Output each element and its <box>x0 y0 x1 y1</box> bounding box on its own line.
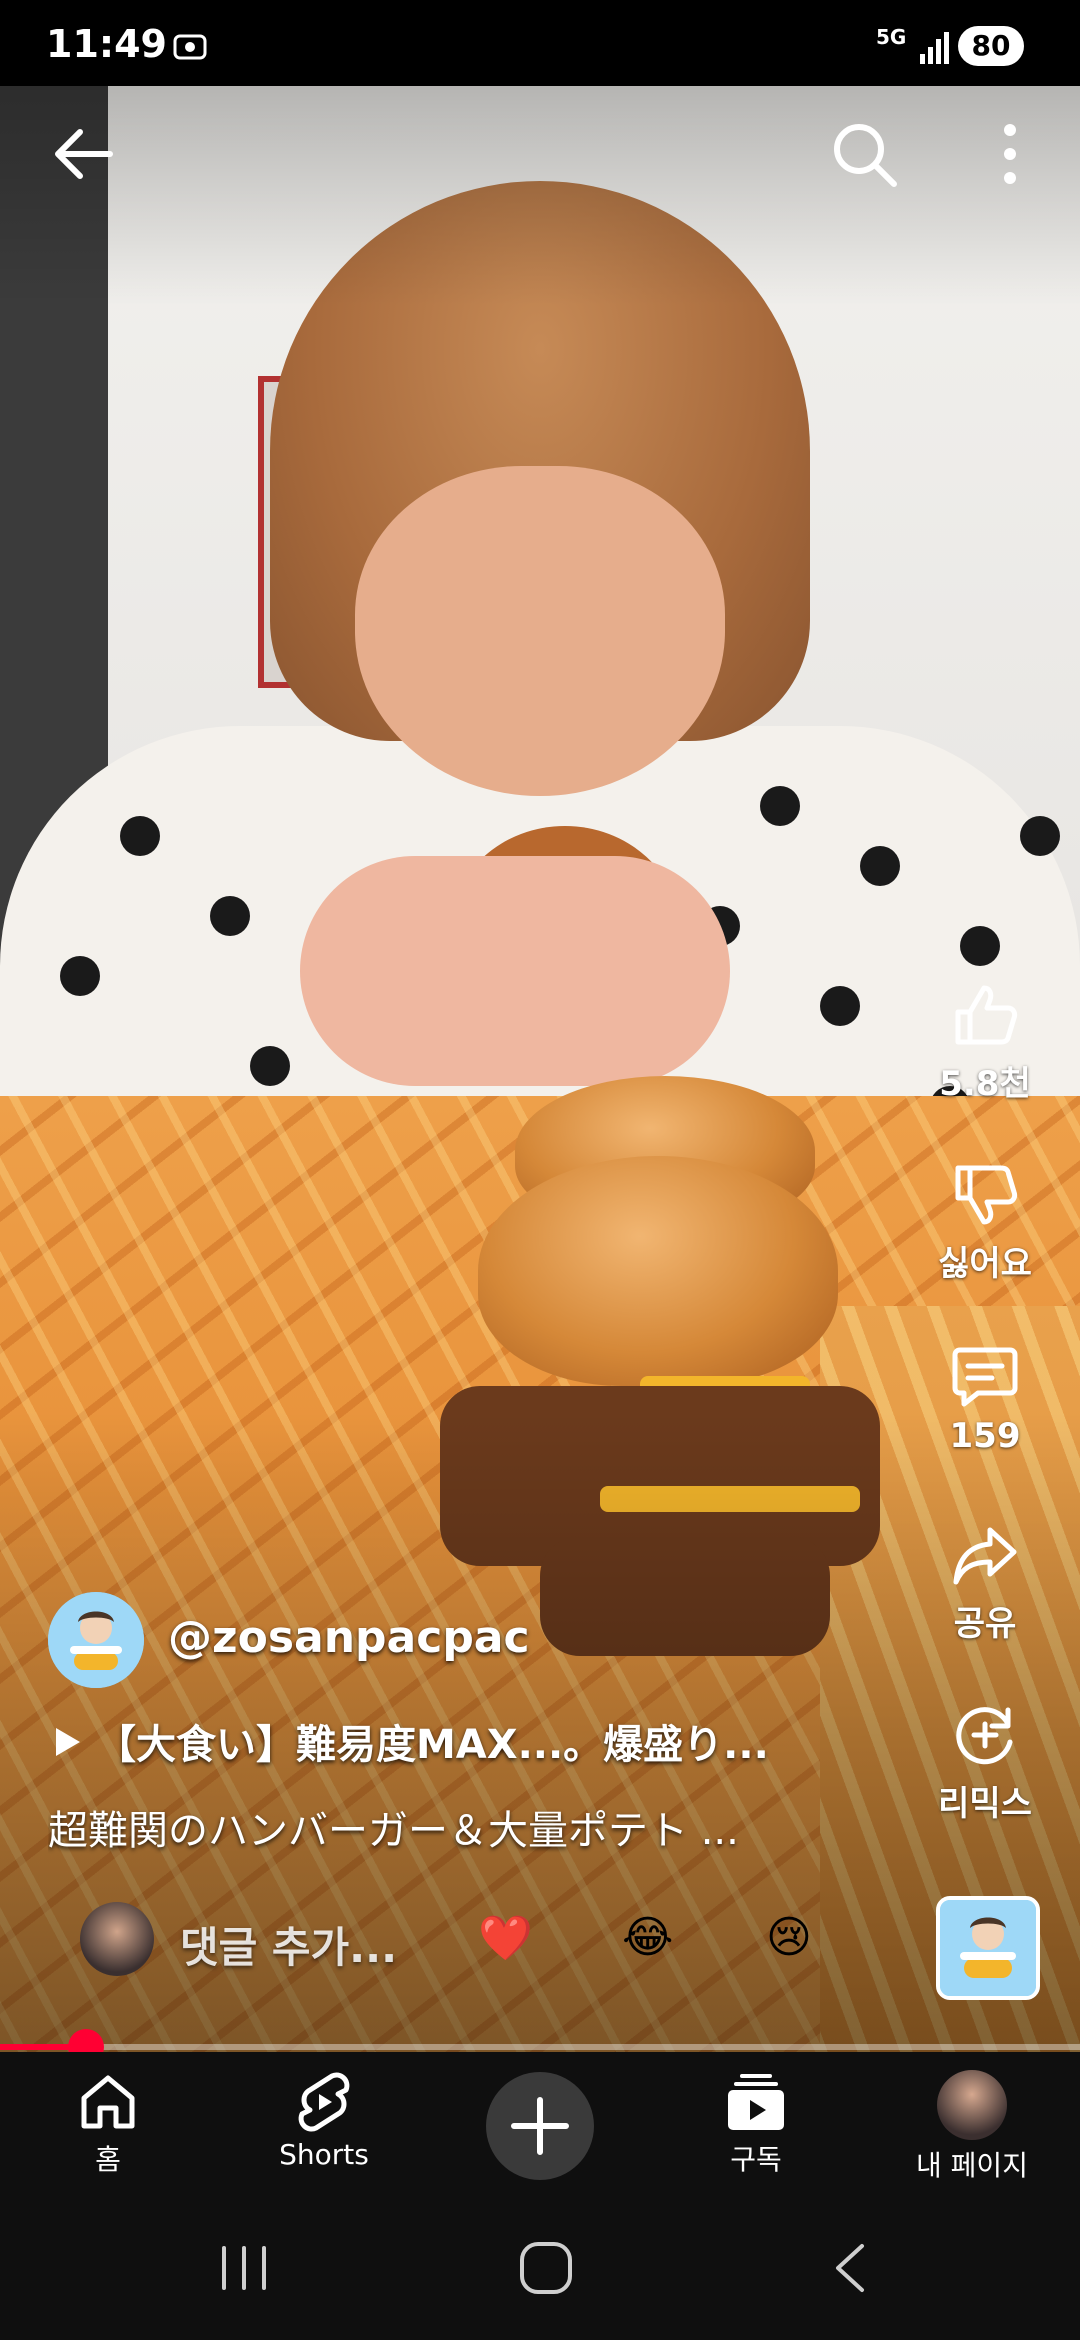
like-count: 5.8천 <box>939 1064 1031 1104</box>
dislike-label: 싫어요 <box>938 1244 1032 1284</box>
bottom-navigation: 홈 Shorts 구독 내 페이지 <box>0 2052 1080 2194</box>
more-vertical-icon[interactable] <box>972 116 1048 192</box>
recent-apps-icon[interactable] <box>204 2238 284 2298</box>
video-title-text: 【大食い】難易度MAX...。爆盛り... <box>96 1722 769 1768</box>
system-navigation-bar <box>0 2194 1080 2340</box>
nav-home[interactable]: 홈 <box>8 2070 208 2178</box>
nav-shorts-label: Shorts <box>279 2138 369 2171</box>
status-time: 11:49 <box>46 22 167 66</box>
video-progress-bar[interactable] <box>0 2029 1080 2065</box>
share-label: 공유 <box>953 1604 1017 1644</box>
signal-icon <box>920 32 949 64</box>
comment-count: 159 <box>949 1416 1021 1456</box>
user-avatar <box>80 1902 154 1976</box>
subscriptions-icon <box>728 2074 784 2130</box>
play-icon <box>54 1722 82 1768</box>
dislike-button[interactable]: 싫어요 <box>920 1160 1050 1285</box>
video-burger-top-bun <box>478 1156 838 1386</box>
back-system-icon[interactable] <box>810 2238 890 2298</box>
screen-record-icon <box>173 34 207 60</box>
back-arrow-icon[interactable] <box>46 116 122 192</box>
nav-home-label: 홈 <box>95 2143 121 2176</box>
nav-my-page-label: 내 페이지 <box>916 2149 1028 2182</box>
thumbs-down-icon <box>955 1165 1018 1225</box>
video-title[interactable]: 【大食い】難易度MAX...。爆盛り... <box>54 1712 894 1770</box>
comment-icon <box>952 1347 1018 1407</box>
profile-avatar <box>937 2070 1007 2140</box>
battery-indicator: 80 <box>958 26 1024 66</box>
sound-remix-thumbnail[interactable] <box>936 1896 1040 2000</box>
video-hands <box>300 856 730 1086</box>
cry-emoji-button[interactable]: 😢 <box>766 1912 812 1963</box>
share-icon <box>953 1527 1017 1585</box>
sound-thumbnail-image <box>940 1900 1036 1996</box>
remix-icon <box>956 1707 1013 1765</box>
video-subtitle[interactable]: 超難関のハンバーガー＆大量ポテト ... <box>48 1798 898 1856</box>
thumbs-up-icon <box>955 985 1018 1045</box>
status-bar: 11:49 5G 80 <box>0 0 1080 86</box>
heart-emoji-button[interactable]: ❤️ <box>478 1912 533 1964</box>
plus-icon <box>511 2097 569 2155</box>
like-button[interactable]: 5.8천 <box>920 980 1050 1105</box>
nav-subscriptions-label: 구독 <box>730 2143 782 2176</box>
create-button[interactable] <box>486 2072 594 2180</box>
channel-handle[interactable]: @zosanpacpac <box>168 1612 530 1663</box>
nav-shorts[interactable]: Shorts <box>224 2070 424 2171</box>
network-type: 5G <box>876 25 907 49</box>
comment-input[interactable]: 댓글 추가... <box>180 1914 397 1975</box>
home-system-icon[interactable] <box>506 2238 586 2298</box>
nav-my-page[interactable]: 내 페이지 <box>872 2070 1072 2184</box>
remix-button[interactable]: 리믹스 <box>920 1700 1050 1825</box>
nav-subscriptions[interactable]: 구독 <box>656 2070 856 2178</box>
channel-avatar-image <box>48 1592 144 1688</box>
channel-row[interactable]: @zosanpacpac <box>48 1592 908 1692</box>
laugh-emoji-button[interactable]: 😂 <box>622 1912 673 1963</box>
search-icon[interactable] <box>826 116 902 192</box>
channel-avatar[interactable] <box>48 1592 144 1688</box>
comments-button[interactable]: 159 <box>920 1340 1050 1456</box>
shorts-icon <box>298 2072 350 2132</box>
video-top-shade <box>0 86 1080 306</box>
remix-label: 리믹스 <box>938 1784 1032 1824</box>
video-person-face <box>355 466 725 796</box>
shorts-screen: 11:49 5G 80 5.8천 싫어요 159 공유 리믹스 @zosanpa… <box>0 0 1080 2340</box>
home-icon <box>81 2075 135 2129</box>
share-button[interactable]: 공유 <box>920 1520 1050 1645</box>
